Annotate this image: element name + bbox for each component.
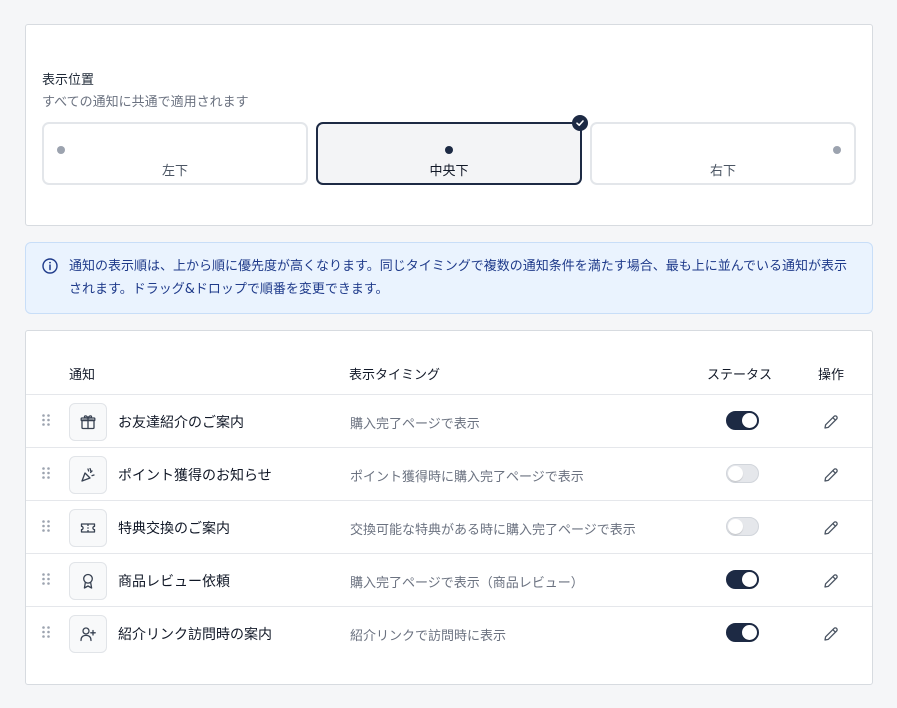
pencil-icon[interactable]: [822, 519, 840, 537]
section-title: 表示位置: [42, 73, 95, 88]
notice-timing: 交換可能な特典がある時に購入完了ページで表示: [350, 523, 636, 538]
notice-timing: 購入完了ページで表示: [350, 417, 480, 432]
position-dot: [833, 146, 841, 154]
table-row: 紹介リンク訪問時の案内 紹介リンクで訪問時に表示: [26, 606, 872, 659]
column-header-action: 操作: [818, 368, 845, 383]
gift-icon: [69, 403, 107, 441]
status-toggle[interactable]: [726, 464, 759, 483]
info-icon: [42, 258, 58, 274]
check-icon: [572, 115, 588, 131]
notice-name: 特典交換のご案内: [118, 521, 230, 537]
table-row: 特典交換のご案内 交換可能な特典がある時に購入完了ページで表示: [26, 500, 872, 553]
status-toggle[interactable]: [726, 411, 759, 430]
position-option-bottom-right[interactable]: 右下: [590, 122, 856, 185]
position-dot: [445, 146, 453, 154]
info-alert: 通知の表示順は、上から順に優先度が高くなります。同じタイミングで複数の通知条件を…: [25, 242, 873, 314]
drag-handle-icon[interactable]: [40, 572, 52, 586]
status-toggle[interactable]: [726, 570, 759, 589]
column-header-notice: 通知: [69, 368, 96, 383]
display-position-card: 表示位置 すべての通知に共通で適用されます 左下 中央下 右下: [25, 24, 873, 226]
section-description: すべての通知に共通で適用されます: [42, 95, 249, 110]
notice-name: お友達紹介のご案内: [118, 415, 244, 431]
toggle-knob: [728, 519, 743, 534]
toggle-knob: [742, 572, 757, 587]
position-label: 右下: [709, 164, 736, 179]
info-text: 通知の表示順は、上から順に優先度が高くなります。同じタイミングで複数の通知条件を…: [69, 259, 848, 297]
drag-handle-icon[interactable]: [40, 519, 52, 533]
status-toggle[interactable]: [726, 623, 759, 642]
pencil-icon[interactable]: [822, 466, 840, 484]
position-option-bottom-left[interactable]: 左下: [42, 122, 308, 185]
position-dot: [57, 146, 65, 154]
toggle-knob: [742, 413, 757, 428]
notice-name: 紹介リンク訪問時の案内: [118, 627, 272, 643]
drag-handle-icon[interactable]: [40, 625, 52, 639]
column-header-status: ステータス: [707, 368, 773, 383]
pencil-icon[interactable]: [822, 413, 840, 431]
column-header-timing: 表示タイミング: [349, 368, 441, 383]
status-toggle[interactable]: [726, 517, 759, 536]
notice-timing: ポイント獲得時に購入完了ページで表示: [350, 470, 584, 485]
pencil-icon[interactable]: [822, 572, 840, 590]
drag-handle-icon[interactable]: [40, 413, 52, 427]
user-plus-icon: [69, 615, 107, 653]
position-option-bottom-center[interactable]: 中央下: [316, 115, 588, 185]
notice-name: ポイント獲得のお知らせ: [118, 468, 272, 484]
notice-timing: 紹介リンクで訪問時に表示: [350, 629, 507, 644]
notice-name: 商品レビュー依頼: [118, 574, 230, 590]
drag-handle-icon[interactable]: [40, 466, 52, 480]
toggle-knob: [728, 466, 743, 481]
pencil-icon[interactable]: [822, 625, 840, 643]
table-row: お友達紹介のご案内 購入完了ページで表示: [26, 394, 872, 447]
ticket-icon: [69, 509, 107, 547]
notice-timing: 購入完了ページで表示（商品レビュー）: [350, 576, 584, 591]
toggle-knob: [742, 625, 757, 640]
table-row: ポイント獲得のお知らせ ポイント獲得時に購入完了ページで表示: [26, 447, 872, 500]
party-popper-icon: [69, 456, 107, 494]
notifications-table: 通知 表示タイミング ステータス 操作 お友達紹介のご案内 購入完了ページで表示…: [25, 330, 873, 685]
position-label: 中央下: [429, 164, 469, 179]
table-row: 商品レビュー依頼 購入完了ページで表示（商品レビュー）: [26, 553, 872, 606]
award-icon: [69, 562, 107, 600]
position-label: 左下: [161, 164, 188, 179]
